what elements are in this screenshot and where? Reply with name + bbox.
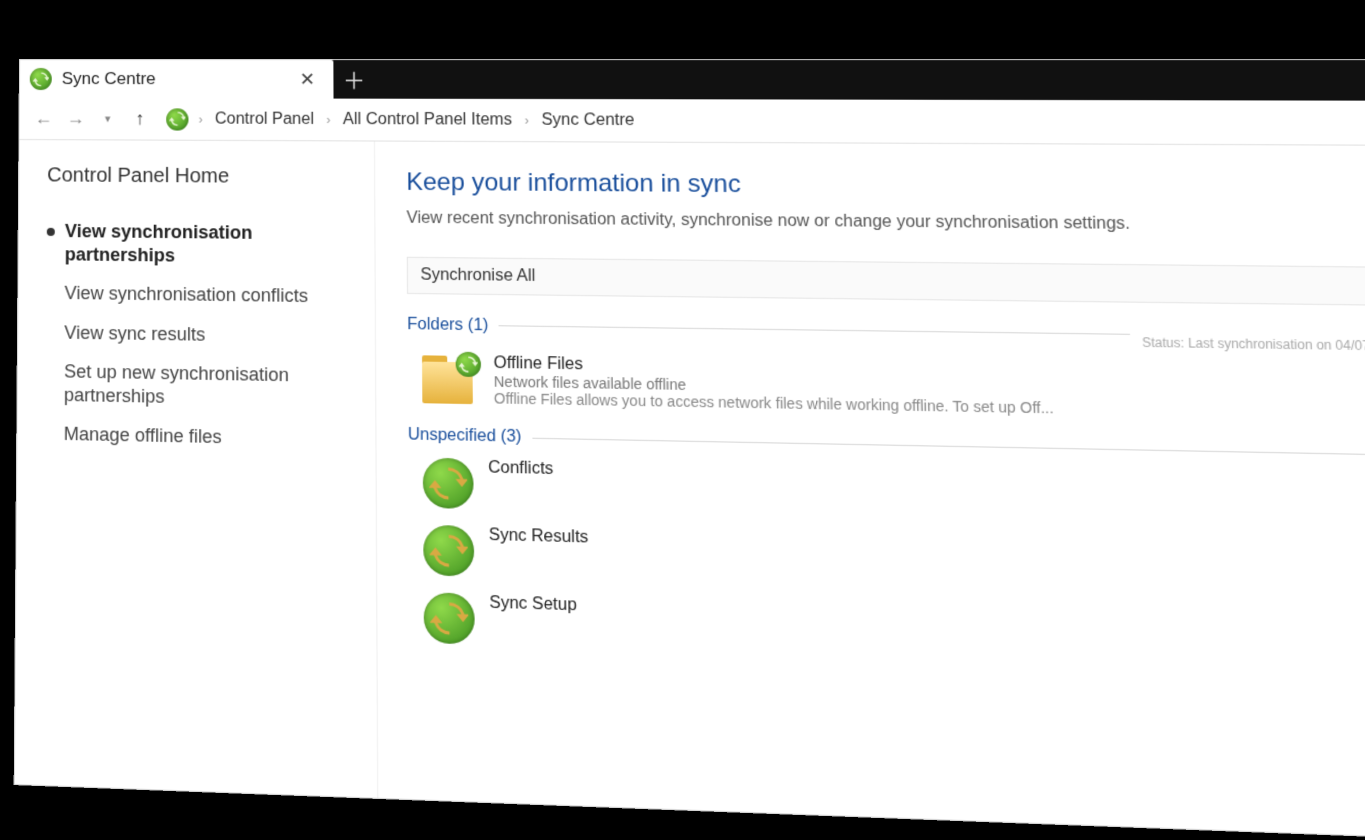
sync-centre-window: Sync Centre ✕ ＋ ← → ▾ ↑ › Control Panel … <box>15 60 1365 840</box>
item-text: Conflicts <box>488 459 553 479</box>
item-title: Sync Setup <box>489 594 577 616</box>
chevron-right-icon: › <box>197 112 205 126</box>
new-tab-button[interactable]: ＋ <box>333 60 374 99</box>
toolbar: Synchronise All <box>407 257 1365 307</box>
sidebar-item-view-results[interactable]: View sync results <box>46 314 356 358</box>
sidebar-home-link[interactable]: Control Panel Home <box>47 164 355 189</box>
nav-bar: ← → ▾ ↑ › Control Panel › All Control Pa… <box>19 98 1365 146</box>
sidebar-item-label: Set up new synchronisation partnerships <box>64 360 357 411</box>
divider <box>499 325 1131 335</box>
sidebar-item-label: View synchronisation conflicts <box>64 282 308 308</box>
group-status: Progress: Status: Last synchronisation o… <box>1141 318 1365 356</box>
group-label: Unspecified (3) <box>408 426 522 447</box>
bullet-icon <box>47 228 55 236</box>
back-button[interactable]: ← <box>29 104 57 132</box>
breadcrumb-item[interactable]: Control Panel <box>209 106 320 133</box>
group-label: Folders (1) <box>407 315 488 335</box>
chevron-right-icon: › <box>324 112 332 126</box>
item-title: Sync Results <box>489 526 589 547</box>
main-panel: Keep your information in sync View recen… <box>375 142 1365 840</box>
recent-locations-button[interactable]: ▾ <box>94 105 122 133</box>
sync-icon <box>424 592 475 644</box>
item-text: Offline Files Network files available of… <box>494 355 1054 417</box>
breadcrumb-item[interactable]: All Control Panel Items <box>337 106 519 133</box>
tab-title: Sync Centre <box>62 69 156 89</box>
status-label: Status: Last synchronisation on 04/07/20… <box>1142 335 1365 356</box>
sync-icon <box>166 108 188 130</box>
sidebar-item-manage-offline[interactable]: Manage offline files <box>45 416 356 462</box>
content-body: Control Panel Home View synchronisation … <box>15 140 1365 840</box>
list-item-offline-files[interactable]: Offline Files Network files available of… <box>407 347 1365 435</box>
sidebar-item-view-conflicts[interactable]: View synchronisation conflicts <box>46 275 356 318</box>
breadcrumb-item[interactable]: Sync Centre <box>535 107 641 134</box>
forward-button[interactable]: → <box>61 105 89 133</box>
divider <box>532 437 1365 456</box>
tab-sync-centre[interactable]: Sync Centre ✕ <box>20 60 334 99</box>
sidebar-item-setup-partnerships[interactable]: Set up new synchronisation partnerships <box>46 354 357 422</box>
sync-all-button[interactable]: Synchronise All <box>420 266 535 285</box>
sync-icon <box>30 68 52 90</box>
page-heading: Keep your information in sync <box>406 168 1365 204</box>
page-subtitle: View recent synchronisation activity, sy… <box>406 209 1365 236</box>
item-text: Sync Setup <box>489 594 577 616</box>
chevron-right-icon: › <box>522 113 531 127</box>
sync-icon <box>423 458 474 510</box>
tab-strip: Sync Centre ✕ ＋ <box>20 60 1365 101</box>
item-text: Sync Results <box>489 526 589 547</box>
sidebar-item-label: View synchronisation partnerships <box>65 220 356 269</box>
sync-icon <box>423 525 474 577</box>
item-title: Conflicts <box>488 459 553 479</box>
sidebar-item-label: View sync results <box>64 321 205 346</box>
sidebar-item-label: Manage offline files <box>64 423 222 449</box>
sidebar: Control Panel Home View synchronisation … <box>15 140 379 798</box>
close-tab-button[interactable]: ✕ <box>295 65 319 94</box>
up-button[interactable]: ↑ <box>126 105 154 133</box>
sidebar-item-view-partnerships[interactable]: View synchronisation partnerships <box>47 214 356 279</box>
folder-sync-icon <box>422 353 479 404</box>
